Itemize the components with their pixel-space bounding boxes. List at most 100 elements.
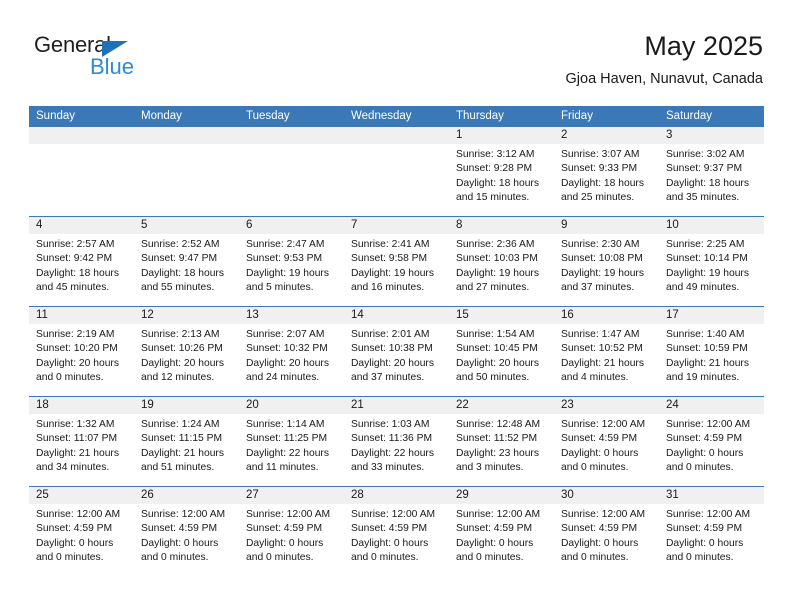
- day-cell[interactable]: Sunrise: 2:47 AM Sunset: 9:53 PM Daylight:…: [239, 234, 344, 306]
- day-number[interactable]: 30: [554, 487, 659, 504]
- day-cell[interactable]: Sunrise: 2:07 AM Sunset: 10:32 PM Daylight…: [239, 324, 344, 396]
- day-number[interactable]: 2: [554, 127, 659, 144]
- day-number[interactable]: 23: [554, 397, 659, 414]
- day-detail-line: Daylight: 22 hours: [351, 447, 434, 459]
- day-number[interactable]: 27: [239, 487, 344, 504]
- day-cell[interactable]: Sunrise: 1:32 AM Sunset: 11:07 PM Daylight…: [29, 414, 134, 486]
- day-detail-line: and 3 minutes.: [456, 461, 524, 473]
- day-number[interactable]: 16: [554, 307, 659, 324]
- day-detail-line: Sunrise: 3:07 AM: [561, 149, 640, 160]
- day-detail-line: Sunrise: 1:54 AM: [456, 329, 535, 340]
- day-detail-line: Sunset: 10:20 PM: [36, 343, 118, 355]
- day-number[interactable]: 26: [134, 487, 239, 504]
- day-cell[interactable]: Sunrise: 12:00 AM Sunset: 4:59 PM Daylight…: [449, 504, 554, 576]
- day-cell[interactable]: Sunrise: 12:00 AM Sunset: 4:59 PM Daylight…: [659, 504, 764, 576]
- day-cell[interactable]: Sunrise: 2:36 AM Sunset: 10:03 PM Daylight…: [449, 234, 554, 306]
- day-number[interactable]: 28: [344, 487, 449, 504]
- day-number[interactable]: 29: [449, 487, 554, 504]
- day-detail-line: Sunset: 10:32 PM: [246, 343, 328, 355]
- day-number[interactable]: 17: [659, 307, 764, 324]
- day-detail-line: and 4 minutes.: [561, 371, 629, 383]
- day-cell[interactable]: Sunrise: 12:00 AM Sunset: 4:59 PM Daylight…: [134, 504, 239, 576]
- day-cell[interactable]: Sunrise: 1:40 AM Sunset: 10:59 PM Daylight…: [659, 324, 764, 396]
- day-detail-line: Sunrise: 3:12 AM: [456, 149, 535, 160]
- day-cell[interactable]: Sunrise: 12:00 AM Sunset: 4:59 PM Daylight…: [554, 414, 659, 486]
- day-detail-line: Daylight: 19 hours: [666, 267, 749, 279]
- day-cell[interactable]: Sunrise: 12:00 AM Sunset: 4:59 PM Daylight…: [344, 504, 449, 576]
- brand-name-blue: Blue: [90, 54, 135, 79]
- day-number[interactable]: 31: [659, 487, 764, 504]
- day-number[interactable]: 5: [134, 217, 239, 234]
- day-detail-line: Sunset: 11:25 PM: [246, 433, 328, 445]
- day-number[interactable]: 11: [29, 307, 134, 324]
- day-cell[interactable]: Sunrise: 12:00 AM Sunset: 4:59 PM Daylight…: [659, 414, 764, 486]
- day-cell[interactable]: Sunrise: 3:12 AM Sunset: 9:28 PM Daylight:…: [449, 144, 554, 216]
- day-cell[interactable]: Sunrise: 1:54 AM Sunset: 10:45 PM Daylight…: [449, 324, 554, 396]
- day-cell[interactable]: Sunrise: 1:24 AM Sunset: 11:15 PM Daylight…: [134, 414, 239, 486]
- day-detail-line: and 0 minutes.: [666, 551, 734, 563]
- day-cell[interactable]: Sunrise: 12:00 AM Sunset: 4:59 PM Daylight…: [554, 504, 659, 576]
- day-cell[interactable]: Sunrise: 2:25 AM Sunset: 10:14 PM Daylight…: [659, 234, 764, 306]
- day-number[interactable]: 13: [239, 307, 344, 324]
- calendar-weeks: 1 2 3 Sunrise: 3:12 AM Sunset: 9:28 PM Daylig…: [29, 127, 764, 576]
- day-number[interactable]: 18: [29, 397, 134, 414]
- day-number[interactable]: 8: [449, 217, 554, 234]
- brand-logo[interactable]: General Blue: [34, 32, 234, 90]
- day-cell[interactable]: Sunrise: 2:13 AM Sunset: 10:26 PM Daylight…: [134, 324, 239, 396]
- day-number[interactable]: 21: [344, 397, 449, 414]
- day-cell[interactable]: Sunrise: 2:52 AM Sunset: 9:47 PM Daylight:…: [134, 234, 239, 306]
- day-cell[interactable]: Sunrise: 2:57 AM Sunset: 9:42 PM Daylight:…: [29, 234, 134, 306]
- day-number[interactable]: 6: [239, 217, 344, 234]
- day-number[interactable]: 14: [344, 307, 449, 324]
- day-cell[interactable]: Sunrise: 3:07 AM Sunset: 9:33 PM Daylight:…: [554, 144, 659, 216]
- day-detail-line: Sunrise: 1:32 AM: [36, 419, 115, 430]
- day-cell[interactable]: Sunrise: 2:30 AM Sunset: 10:08 PM Daylight…: [554, 234, 659, 306]
- day-number[interactable]: 4: [29, 217, 134, 234]
- day-cell[interactable]: Sunrise: 1:47 AM Sunset: 10:52 PM Daylight…: [554, 324, 659, 396]
- day-cell[interactable]: Sunrise: 12:00 AM Sunset: 4:59 PM Daylight…: [239, 504, 344, 576]
- day-detail-line: Daylight: 18 hours: [141, 267, 224, 279]
- day-detail-line: Daylight: 21 hours: [141, 447, 224, 459]
- day-detail-line: Daylight: 20 hours: [246, 357, 329, 369]
- weekday-header-monday: Monday: [141, 110, 182, 122]
- day-cell[interactable]: Sunrise: 1:03 AM Sunset: 11:36 PM Daylight…: [344, 414, 449, 486]
- day-cell[interactable]: Sunrise: 2:01 AM Sunset: 10:38 PM Daylight…: [344, 324, 449, 396]
- day-cell[interactable]: Sunrise: 2:19 AM Sunset: 10:20 PM Daylight…: [29, 324, 134, 396]
- day-number[interactable]: 12: [134, 307, 239, 324]
- day-detail-line: and 45 minutes.: [36, 281, 110, 293]
- day-number[interactable]: 20: [239, 397, 344, 414]
- day-detail-line: Sunset: 10:08 PM: [561, 253, 643, 265]
- day-detail-line: and 25 minutes.: [561, 191, 635, 203]
- day-number[interactable]: 19: [134, 397, 239, 414]
- day-cell[interactable]: Sunrise: 3:02 AM Sunset: 9:37 PM Daylight:…: [659, 144, 764, 216]
- day-detail-line: Sunset: 9:28 PM: [456, 163, 533, 175]
- day-number[interactable]: 9: [554, 217, 659, 234]
- day-detail-line: Sunrise: 1:03 AM: [351, 419, 430, 430]
- day-number[interactable]: 1: [449, 127, 554, 144]
- day-number[interactable]: 22: [449, 397, 554, 414]
- day-cell[interactable]: Sunrise: 12:48 AM Sunset: 11:52 PM Dayligh…: [449, 414, 554, 486]
- day-number[interactable]: 24: [659, 397, 764, 414]
- day-number[interactable]: 15: [449, 307, 554, 324]
- day-detail-line: Sunrise: 12:00 AM: [666, 419, 751, 430]
- day-detail-line: and 19 minutes.: [666, 371, 740, 383]
- day-detail-line: and 0 minutes.: [351, 551, 419, 563]
- day-detail-line: Sunrise: 2:19 AM: [36, 329, 115, 340]
- day-detail-line: Daylight: 19 hours: [351, 267, 434, 279]
- day-detail-line: Sunset: 9:37 PM: [666, 163, 743, 175]
- day-detail-line: Daylight: 18 hours: [456, 177, 539, 189]
- calendar-week-row: 18 19 20 21 22 23 24 Sunrise: 1:32 AM Sunset: 11…: [29, 396, 764, 486]
- day-detail-line: Sunset: 10:38 PM: [351, 343, 433, 355]
- day-detail-line: Sunrise: 1:40 AM: [666, 329, 745, 340]
- day-detail-line: Sunrise: 3:02 AM: [666, 149, 745, 160]
- weekday-header-wednesday: Wednesday: [351, 110, 412, 122]
- day-number[interactable]: 10: [659, 217, 764, 234]
- day-detail-line: Sunset: 4:59 PM: [666, 523, 743, 535]
- day-cell[interactable]: Sunrise: 12:00 AM Sunset: 4:59 PM Daylight…: [29, 504, 134, 576]
- day-detail-band: Sunrise: 2:19 AM Sunset: 10:20 PM Daylight…: [29, 324, 764, 396]
- day-number[interactable]: 3: [659, 127, 764, 144]
- day-cell[interactable]: Sunrise: 1:14 AM Sunset: 11:25 PM Daylight…: [239, 414, 344, 486]
- day-number[interactable]: 7: [344, 217, 449, 234]
- day-number[interactable]: 25: [29, 487, 134, 504]
- day-cell[interactable]: Sunrise: 2:41 AM Sunset: 9:58 PM Daylight:…: [344, 234, 449, 306]
